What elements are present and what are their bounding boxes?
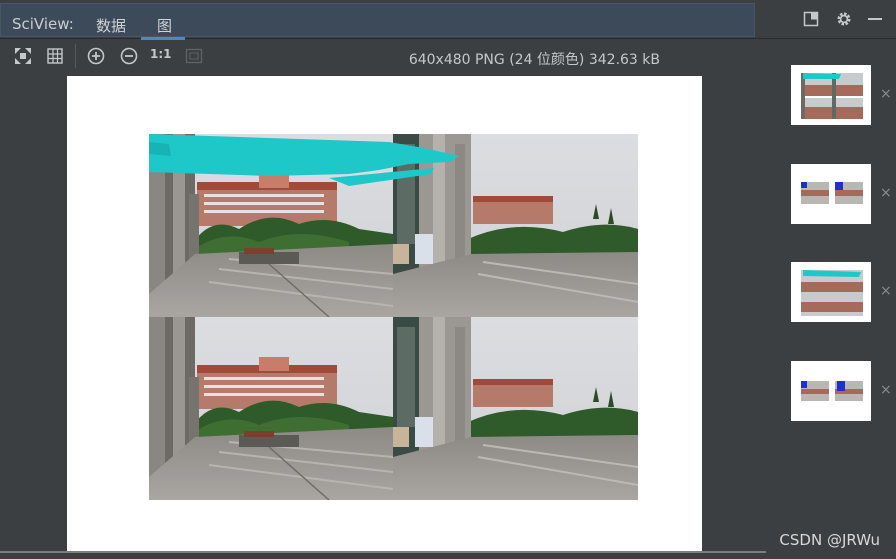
thumbnail-2[interactable] bbox=[791, 164, 871, 224]
image-toolbar: 1:1 640x480 PNG (24 位颜色) 342.63 kB bbox=[0, 42, 790, 72]
thumbnail-2-close-icon[interactable]: × bbox=[880, 185, 892, 201]
app-title: SciView: bbox=[12, 15, 74, 33]
tab-data[interactable]: 数据 bbox=[96, 15, 126, 36]
fit-window-icon bbox=[185, 48, 203, 64]
toolbar-separator bbox=[75, 44, 76, 68]
photo-collage bbox=[149, 134, 638, 500]
image-canvas[interactable] bbox=[67, 76, 702, 552]
fit-to-screen-icon[interactable] bbox=[13, 46, 33, 66]
thumbnail-3-close-icon[interactable]: × bbox=[880, 283, 892, 299]
thumbnail-4-image bbox=[791, 361, 871, 421]
thumbnail-1-image bbox=[791, 65, 871, 125]
thumbnail-1-close-icon[interactable]: × bbox=[880, 86, 892, 102]
zoom-out-icon[interactable] bbox=[119, 46, 139, 66]
sciview-header: SciView: 数据 图 bbox=[0, 0, 896, 40]
thumbnail-1[interactable] bbox=[791, 65, 871, 125]
thumbnail-3-image bbox=[791, 262, 871, 322]
sciview-tabbar: SciView: 数据 图 bbox=[0, 3, 755, 40]
active-tab-indicator bbox=[141, 37, 185, 40]
zoom-in-icon[interactable] bbox=[86, 46, 106, 66]
thumbnail-4-close-icon[interactable]: × bbox=[880, 382, 892, 398]
horizontal-scrollbar[interactable] bbox=[0, 551, 766, 553]
actual-size-button[interactable]: 1:1 bbox=[150, 47, 172, 67]
csdn-watermark: CSDN @JRWu bbox=[779, 531, 880, 549]
image-info: 640x480 PNG (24 位颜色) 342.63 kB bbox=[408, 52, 660, 68]
window-icon[interactable] bbox=[803, 11, 819, 27]
grid-icon[interactable] bbox=[45, 46, 65, 66]
thumbnail-4[interactable] bbox=[791, 361, 871, 421]
tab-plot[interactable]: 图 bbox=[157, 15, 172, 36]
thumbnail-3[interactable] bbox=[791, 262, 871, 322]
minimize-icon[interactable] bbox=[867, 11, 883, 27]
thumbnail-2-image bbox=[791, 164, 871, 224]
gear-icon[interactable] bbox=[836, 11, 852, 27]
